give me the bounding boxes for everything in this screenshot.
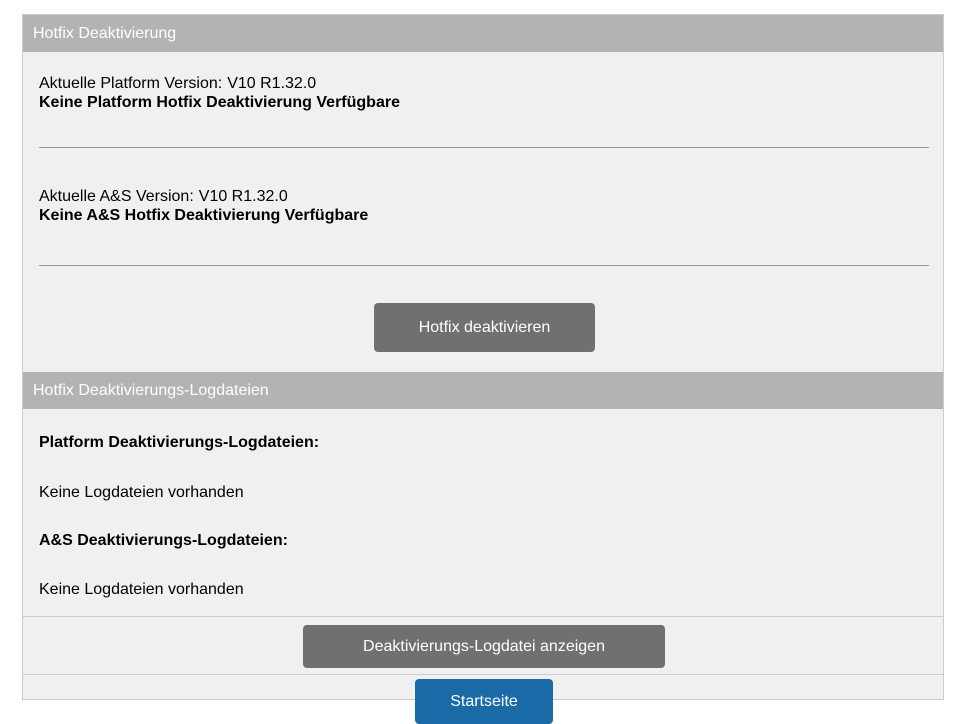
as-logs-empty: Keine Logdateien vorhanden bbox=[39, 581, 244, 598]
platform-hotfix-status: Keine Platform Hotfix Deaktivierung Verf… bbox=[39, 94, 400, 111]
platform-version-label: Aktuelle Platform Version: bbox=[39, 75, 223, 92]
deactivation-section-header: Hotfix Deaktivierung bbox=[23, 15, 943, 52]
deactivate-button-area: Hotfix deaktivieren bbox=[23, 266, 943, 372]
as-version-value: V10 R1.32.0 bbox=[198, 188, 288, 205]
show-deactivation-log-button[interactable]: Deaktivierungs-Logdatei anzeigen bbox=[303, 625, 665, 668]
as-logs-title: A&S Deaktivierungs-Logdateien: bbox=[39, 532, 288, 549]
home-row: Startseite bbox=[23, 675, 943, 724]
platform-version-block: Aktuelle Platform Version: V10 R1.32.0 Ke… bbox=[39, 52, 929, 148]
as-version-block: Aktuelle A&S Version: V10 R1.32.0 Keine A… bbox=[39, 148, 929, 266]
logs-section-header: Hotfix Deaktivierungs-Logdateien bbox=[23, 372, 943, 409]
as-version-label: Aktuelle A&S Version: bbox=[39, 188, 194, 205]
platform-version-line: Aktuelle Platform Version: V10 R1.32.0 bbox=[39, 74, 929, 93]
platform-version-value: V10 R1.32.0 bbox=[227, 75, 317, 92]
logs-body: Platform Deaktivierungs-Logdateien: Kein… bbox=[23, 409, 943, 617]
as-version-line: Aktuelle A&S Version: V10 R1.32.0 bbox=[39, 187, 929, 206]
deactivate-hotfix-button[interactable]: Hotfix deaktivieren bbox=[374, 303, 595, 352]
platform-logs-empty: Keine Logdateien vorhanden bbox=[39, 484, 244, 501]
as-hotfix-status: Keine A&S Hotfix Deaktivierung Verfügbar… bbox=[39, 207, 369, 224]
platform-logs-title: Platform Deaktivierungs-Logdateien: bbox=[39, 434, 320, 451]
home-button[interactable]: Startseite bbox=[415, 679, 553, 724]
hotfix-panel: Hotfix Deaktivierung Aktuelle Platform V… bbox=[22, 14, 944, 724]
show-log-row: Deaktivierungs-Logdatei anzeigen bbox=[23, 617, 943, 675]
